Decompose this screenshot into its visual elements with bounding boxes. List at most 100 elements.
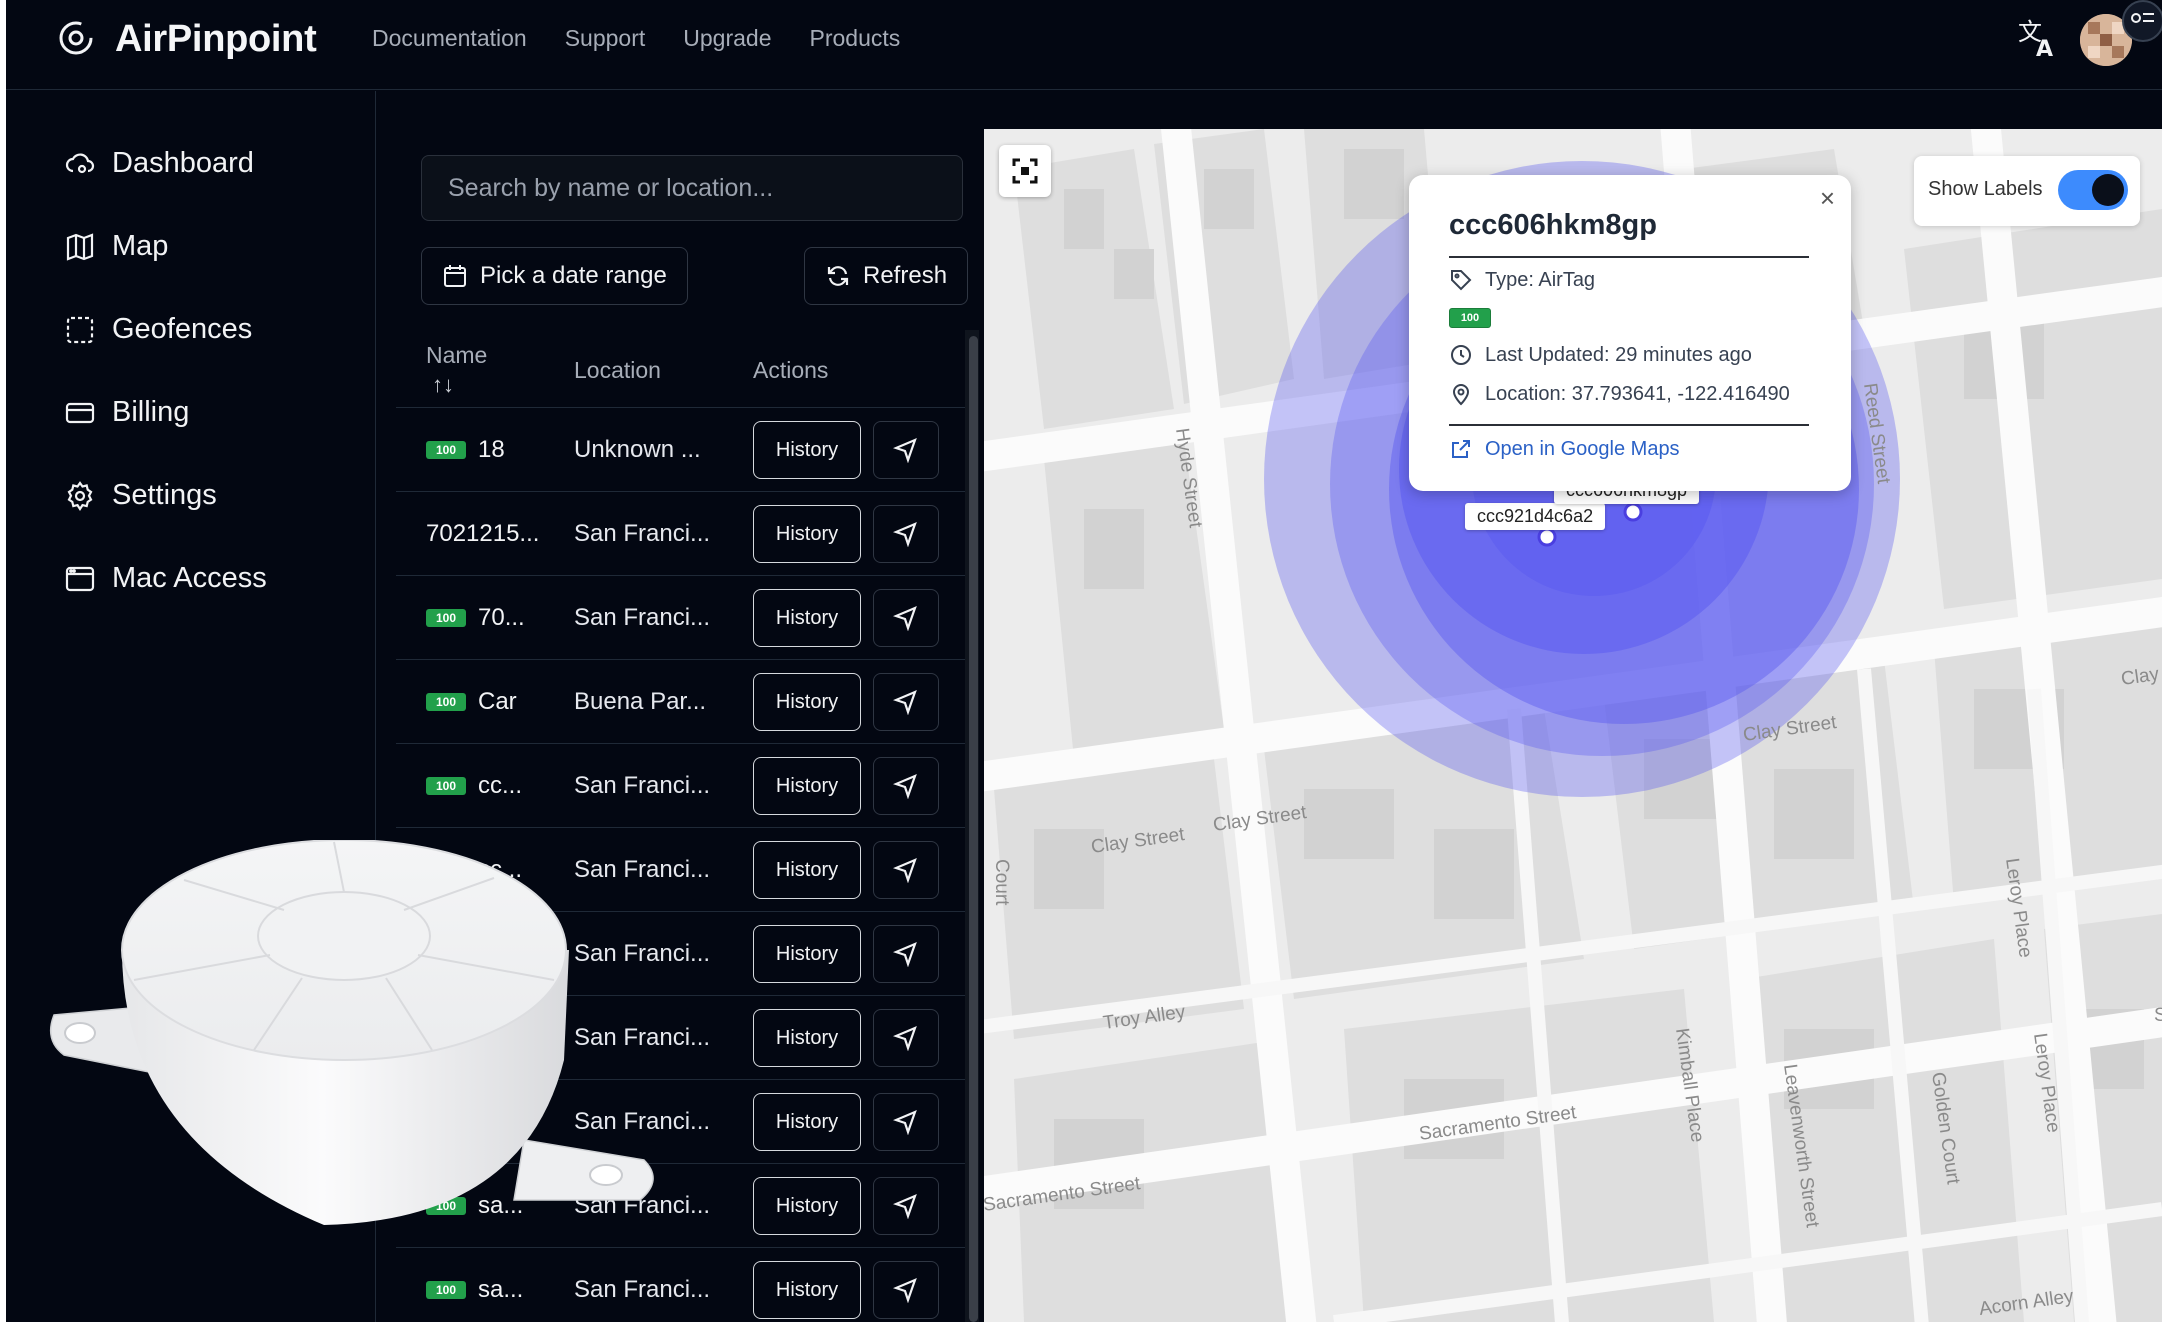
popup-type: Type: AirTag xyxy=(1449,268,1595,292)
marker-dot[interactable] xyxy=(1623,502,1643,522)
marker-dot[interactable] xyxy=(1537,527,1557,547)
history-button[interactable]: History xyxy=(753,1261,861,1319)
history-button[interactable]: History xyxy=(753,505,861,563)
nav-products[interactable]: Products xyxy=(810,25,901,52)
dashed-square-icon xyxy=(66,316,94,343)
navigate-arrow-icon xyxy=(893,1278,917,1303)
table-row[interactable]: 100 70... San Franci... History xyxy=(396,576,968,660)
locate-button[interactable] xyxy=(873,841,939,899)
device-name-cell: 100 Car xyxy=(426,660,517,744)
history-button[interactable]: History xyxy=(753,589,861,647)
device-tracker-image xyxy=(49,840,654,1225)
popup-type-text: Type: AirTag xyxy=(1485,268,1596,291)
logo-icon xyxy=(59,21,93,55)
device-location: San Franci... xyxy=(574,1276,711,1303)
search-input[interactable]: Search by name or location... xyxy=(421,155,963,221)
refresh-button[interactable]: Refresh xyxy=(804,247,969,305)
sidebar-item-mac-access[interactable]: Mac Access xyxy=(64,562,267,595)
nav-documentation[interactable]: Documentation xyxy=(372,25,527,52)
history-button[interactable]: History xyxy=(753,673,861,731)
list-scroll-thumb[interactable] xyxy=(969,336,978,1322)
popup-location-text: Location: 37.793641, -122.416490 xyxy=(1485,382,1790,405)
locate-button[interactable] xyxy=(873,673,939,731)
table-row[interactable]: 100 Car Buena Par... History xyxy=(396,660,968,744)
table-row[interactable]: 100 18 Unknown ... History xyxy=(396,408,968,492)
device-name-cell: 100 cc... xyxy=(426,744,522,828)
device-location: Unknown ... xyxy=(574,436,701,463)
refresh-icon xyxy=(827,266,849,286)
gear-icon xyxy=(67,480,93,511)
sidebar-item-billing[interactable]: Billing xyxy=(64,396,189,429)
close-icon[interactable]: × xyxy=(1820,183,1835,214)
location-pin-icon xyxy=(1452,384,1470,406)
popup-location: Location: 37.793641, -122.416490 xyxy=(1449,382,1790,406)
navigate-arrow-icon xyxy=(893,1194,917,1219)
locate-button[interactable] xyxy=(873,1261,939,1319)
table-row[interactable]: 100 sa... San Franci... History xyxy=(396,1248,968,1322)
locate-button[interactable] xyxy=(873,1177,939,1235)
column-location: Location xyxy=(574,357,661,383)
device-location: San Franci... xyxy=(574,772,711,799)
nav-upgrade[interactable]: Upgrade xyxy=(683,25,771,52)
popup-title: ccc606hkm8gp xyxy=(1449,209,1657,241)
sidebar-item-geofences[interactable]: Geofences xyxy=(64,313,252,346)
locate-button[interactable] xyxy=(873,421,939,479)
table-row[interactable]: 100 cc... San Franci... History xyxy=(396,744,968,828)
history-button[interactable]: History xyxy=(753,841,861,899)
translate-icon[interactable]: 文 A xyxy=(2016,16,2060,60)
window-icon xyxy=(65,566,95,591)
sidebar-item-label: Geofences xyxy=(112,313,253,345)
credit-card-icon xyxy=(65,402,95,423)
top-bar: AirPinpoint Documentation Support Upgrad… xyxy=(6,0,2162,90)
column-name[interactable]: Name xyxy=(426,342,487,369)
history-button[interactable]: History xyxy=(753,1177,861,1235)
nav-support[interactable]: Support xyxy=(565,25,646,52)
navigate-arrow-icon xyxy=(893,606,917,631)
column-actions: Actions xyxy=(753,357,829,383)
google-maps-link-text: Open in Google Maps xyxy=(1485,437,1680,460)
cloud-gear-icon xyxy=(65,152,95,173)
sidebar-item-label: Map xyxy=(112,230,169,262)
locate-button[interactable] xyxy=(873,1009,939,1067)
map-view[interactable]: Hyde Street Reed Street Clay Street Clay… xyxy=(984,129,2162,1322)
locate-button[interactable] xyxy=(873,925,939,983)
date-range-button[interactable]: Pick a date range xyxy=(421,247,688,305)
marker-label[interactable]: ccc921d4c6a2 xyxy=(1465,503,1606,530)
history-button[interactable]: History xyxy=(753,1009,861,1067)
sort-icon[interactable]: ↑↓ xyxy=(432,372,454,398)
sidebar-item-settings[interactable]: Settings xyxy=(64,479,217,512)
history-button[interactable]: History xyxy=(753,757,861,815)
table-header: Name ↑↓ Location Actions xyxy=(396,330,968,408)
google-maps-link[interactable]: Open in Google Maps xyxy=(1449,437,1680,461)
show-labels-toggle[interactable] xyxy=(2058,170,2128,210)
history-button[interactable]: History xyxy=(753,925,861,983)
device-name: 70... xyxy=(478,604,525,631)
locate-button[interactable] xyxy=(873,505,939,563)
battery-badge: 100 xyxy=(426,777,466,795)
history-button[interactable]: History xyxy=(753,421,861,479)
top-nav: Documentation Support Upgrade Products xyxy=(372,25,900,52)
history-button[interactable]: History xyxy=(753,1093,861,1151)
brand-name[interactable]: AirPinpoint xyxy=(115,18,317,61)
sidebar-item-label: Mac Access xyxy=(112,562,267,594)
locate-button[interactable] xyxy=(873,1093,939,1151)
sidebar-item-dashboard[interactable]: Dashboard xyxy=(64,147,254,180)
navigate-arrow-icon xyxy=(893,1110,917,1135)
table-row[interactable]: 7021215... San Franci... History xyxy=(396,492,968,576)
device-location: San Franci... xyxy=(574,604,711,631)
fullscreen-button[interactable] xyxy=(999,145,1051,197)
locate-button[interactable] xyxy=(873,589,939,647)
calendar-icon xyxy=(444,265,466,287)
battery-badge: 100 xyxy=(426,693,466,711)
locate-button[interactable] xyxy=(873,757,939,815)
battery-badge: 100 xyxy=(1449,308,1491,328)
search-placeholder: Search by name or location... xyxy=(448,173,774,202)
popup-updated-text: Last Updated: 29 minutes ago xyxy=(1485,343,1752,366)
menu-badge-icon[interactable] xyxy=(2122,0,2162,42)
device-name-cell: 100 sa... xyxy=(426,1248,523,1322)
tag-icon xyxy=(1451,270,1472,291)
sidebar-item-map[interactable]: Map xyxy=(64,230,168,263)
device-name-cell: 7021215... xyxy=(426,492,539,576)
device-name: 7021215... xyxy=(426,520,540,547)
external-link-icon xyxy=(1452,440,1470,458)
